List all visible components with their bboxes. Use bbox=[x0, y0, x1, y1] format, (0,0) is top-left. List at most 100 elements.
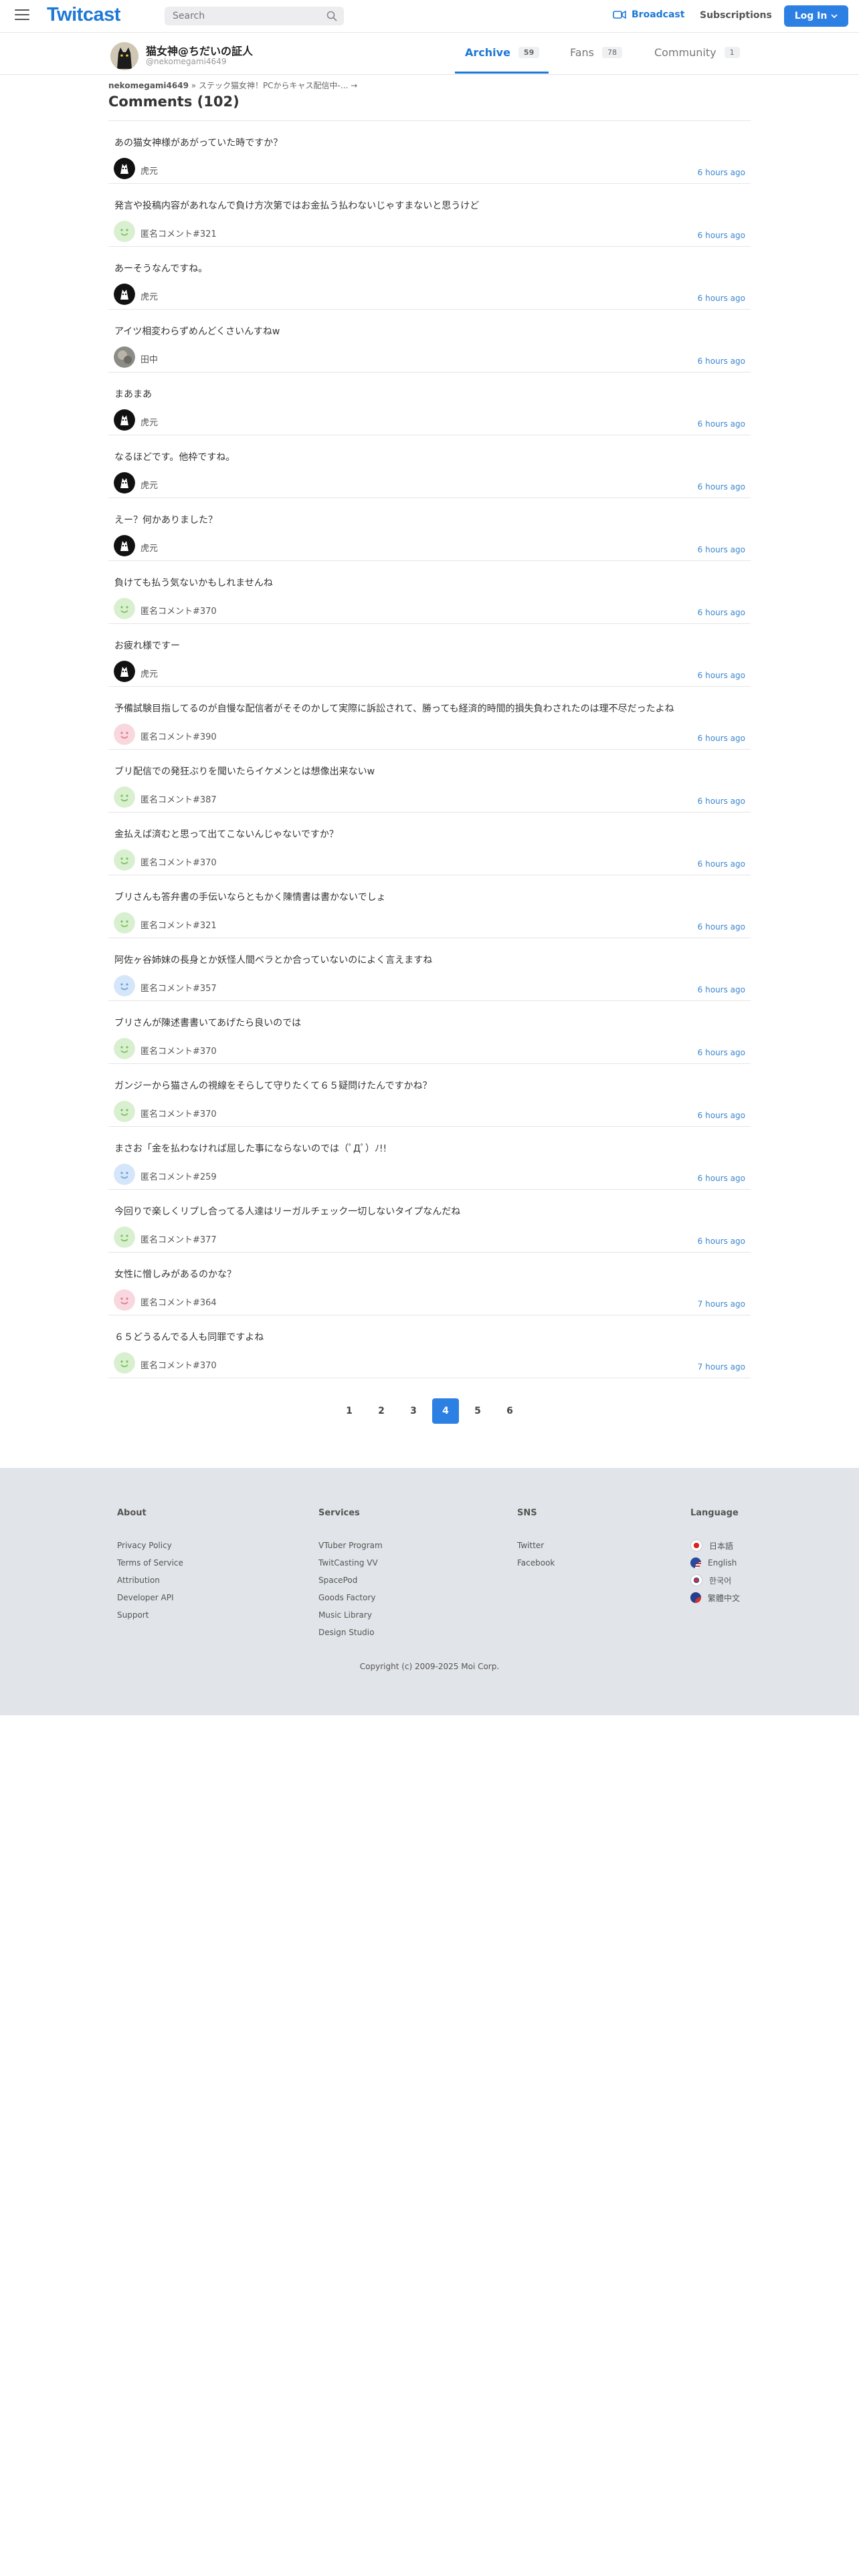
footer-link[interactable]: Support bbox=[117, 1606, 183, 1624]
comment-timestamp[interactable]: 6 hours ago bbox=[698, 1237, 745, 1246]
language-en[interactable]: English bbox=[690, 1554, 740, 1572]
user-avatar-icon[interactable] bbox=[114, 158, 135, 179]
comment-timestamp[interactable]: 6 hours ago bbox=[698, 1111, 745, 1120]
footer-link[interactable]: Design Studio bbox=[318, 1624, 383, 1641]
user-avatar-icon[interactable] bbox=[114, 912, 135, 934]
comment-username[interactable]: 匿名コメント#364 bbox=[140, 1295, 217, 1308]
comment-username[interactable]: 虎元 bbox=[140, 290, 158, 302]
profile-avatar[interactable] bbox=[110, 42, 138, 70]
page-button[interactable]: 6 bbox=[496, 1398, 523, 1424]
user-avatar-icon[interactable] bbox=[114, 1101, 135, 1122]
comment-username[interactable]: 匿名コメント#357 bbox=[140, 981, 217, 994]
user-avatar-icon[interactable] bbox=[114, 346, 135, 368]
footer-link[interactable]: Terms of Service bbox=[117, 1554, 183, 1572]
comment-username[interactable]: 虎元 bbox=[140, 164, 158, 177]
comment-timestamp[interactable]: 6 hours ago bbox=[698, 1174, 745, 1183]
comment-username[interactable]: 匿名コメント#370 bbox=[140, 1044, 217, 1057]
footer-link[interactable]: Goods Factory bbox=[318, 1589, 383, 1606]
comment-timestamp[interactable]: 7 hours ago bbox=[698, 1362, 745, 1372]
footer-link[interactable]: Twitter bbox=[517, 1537, 555, 1554]
user-avatar-icon[interactable] bbox=[114, 535, 135, 556]
comment-username[interactable]: 匿名コメント#390 bbox=[140, 730, 217, 742]
user-avatar-icon[interactable] bbox=[114, 975, 135, 996]
tab-community[interactable]: Community 1 bbox=[654, 46, 740, 59]
comment-username[interactable]: 匿名コメント#321 bbox=[140, 918, 217, 931]
breadcrumb-user[interactable]: nekomegami4649 bbox=[108, 81, 189, 90]
page-button[interactable]: 1 bbox=[336, 1398, 363, 1424]
comment-username[interactable]: 匿名コメント#370 bbox=[140, 1107, 217, 1119]
comment-timestamp[interactable]: 6 hours ago bbox=[698, 294, 745, 303]
language-label: English bbox=[708, 1558, 737, 1568]
comment-timestamp[interactable]: 6 hours ago bbox=[698, 482, 745, 492]
broadcast-button[interactable]: Broadcast bbox=[613, 9, 684, 20]
user-avatar-icon[interactable] bbox=[114, 1226, 135, 1248]
comment-username[interactable]: 匿名コメント#377 bbox=[140, 1232, 217, 1245]
user-avatar-icon[interactable] bbox=[114, 284, 135, 305]
comment-timestamp[interactable]: 6 hours ago bbox=[698, 231, 745, 240]
comment-timestamp[interactable]: 6 hours ago bbox=[698, 734, 745, 743]
user-avatar-icon[interactable] bbox=[114, 221, 135, 242]
footer-link[interactable]: Facebook bbox=[517, 1554, 555, 1572]
user-avatar-icon[interactable] bbox=[114, 786, 135, 808]
comment-timestamp[interactable]: 6 hours ago bbox=[698, 608, 745, 617]
user-avatar-icon[interactable] bbox=[114, 1352, 135, 1374]
comment-timestamp[interactable]: 6 hours ago bbox=[698, 419, 745, 429]
comment-timestamp[interactable]: 6 hours ago bbox=[698, 1048, 745, 1057]
footer-link[interactable]: SpacePod bbox=[318, 1572, 383, 1589]
comment-timestamp[interactable]: 6 hours ago bbox=[698, 985, 745, 994]
search-input[interactable] bbox=[165, 7, 328, 25]
twitcast-logo[interactable]: Twitcast bbox=[47, 4, 120, 26]
comment-username[interactable]: 虎元 bbox=[140, 541, 158, 554]
comment-username[interactable]: 田中 bbox=[140, 352, 158, 365]
user-avatar-icon[interactable] bbox=[114, 409, 135, 431]
user-avatar-icon[interactable] bbox=[114, 849, 135, 871]
comment-username[interactable]: 虎元 bbox=[140, 667, 158, 679]
footer-link[interactable]: Attribution bbox=[117, 1572, 183, 1589]
comment-username[interactable]: 匿名コメント#321 bbox=[140, 227, 217, 239]
footer-link[interactable]: VTuber Program bbox=[318, 1537, 383, 1554]
comment-timestamp[interactable]: 6 hours ago bbox=[698, 671, 745, 680]
comment-username[interactable]: 匿名コメント#259 bbox=[140, 1170, 217, 1182]
footer-link[interactable]: Developer API bbox=[117, 1589, 183, 1606]
tab-fans[interactable]: Fans 78 bbox=[570, 46, 623, 59]
comment-timestamp[interactable]: 7 hours ago bbox=[698, 1299, 745, 1309]
user-avatar-icon[interactable] bbox=[114, 598, 135, 619]
footer-link[interactable]: TwitCasting VV bbox=[318, 1554, 383, 1572]
user-avatar-icon[interactable] bbox=[114, 1038, 135, 1059]
search-box[interactable] bbox=[165, 7, 344, 25]
language-ko[interactable]: 한국어 bbox=[690, 1572, 740, 1589]
user-avatar-icon[interactable] bbox=[114, 1289, 135, 1311]
menu-icon[interactable] bbox=[15, 9, 29, 21]
subscriptions-link[interactable]: Subscriptions bbox=[700, 10, 772, 21]
user-avatar-icon[interactable] bbox=[114, 724, 135, 745]
page-button[interactable]: 3 bbox=[400, 1398, 427, 1424]
comment-timestamp[interactable]: 6 hours ago bbox=[698, 796, 745, 806]
comment-timestamp[interactable]: 6 hours ago bbox=[698, 922, 745, 932]
comment-username[interactable]: 匿名コメント#370 bbox=[140, 604, 217, 617]
breadcrumb-movie[interactable]: ステック猫女神！PCからキャス配信中-... bbox=[199, 81, 348, 90]
comment-timestamp[interactable]: 6 hours ago bbox=[698, 168, 745, 177]
footer-link[interactable]: Music Library bbox=[318, 1606, 383, 1624]
tab-archive[interactable]: Archive 59 bbox=[465, 46, 540, 59]
broadcast-label: Broadcast bbox=[632, 9, 685, 20]
language-ja[interactable]: 日本語 bbox=[690, 1537, 740, 1554]
comment-timestamp[interactable]: 6 hours ago bbox=[698, 545, 745, 554]
comment-username[interactable]: 匿名コメント#387 bbox=[140, 792, 217, 805]
search-icon[interactable] bbox=[326, 11, 337, 21]
user-avatar-icon[interactable] bbox=[114, 472, 135, 494]
comment-timestamp[interactable]: 6 hours ago bbox=[698, 859, 745, 869]
comment-username[interactable]: 虎元 bbox=[140, 415, 158, 428]
footer-link[interactable]: Privacy Policy bbox=[117, 1537, 183, 1554]
user-avatar-icon[interactable] bbox=[114, 661, 135, 682]
login-button[interactable]: Log In bbox=[784, 5, 848, 27]
page-button[interactable]: 5 bbox=[464, 1398, 491, 1424]
page-button[interactable]: 4 bbox=[432, 1398, 459, 1424]
comment-username[interactable]: 匿名コメント#370 bbox=[140, 1358, 217, 1371]
comment-username[interactable]: 匿名コメント#370 bbox=[140, 855, 217, 868]
user-avatar-icon[interactable] bbox=[114, 1164, 135, 1185]
language-zh-tw[interactable]: 繁體中文 bbox=[690, 1589, 740, 1606]
page-button[interactable]: 2 bbox=[368, 1398, 395, 1424]
profile-name[interactable]: 猫女神@ちだいの証人 bbox=[146, 42, 253, 58]
comment-timestamp[interactable]: 6 hours ago bbox=[698, 356, 745, 366]
comment-username[interactable]: 虎元 bbox=[140, 478, 158, 491]
